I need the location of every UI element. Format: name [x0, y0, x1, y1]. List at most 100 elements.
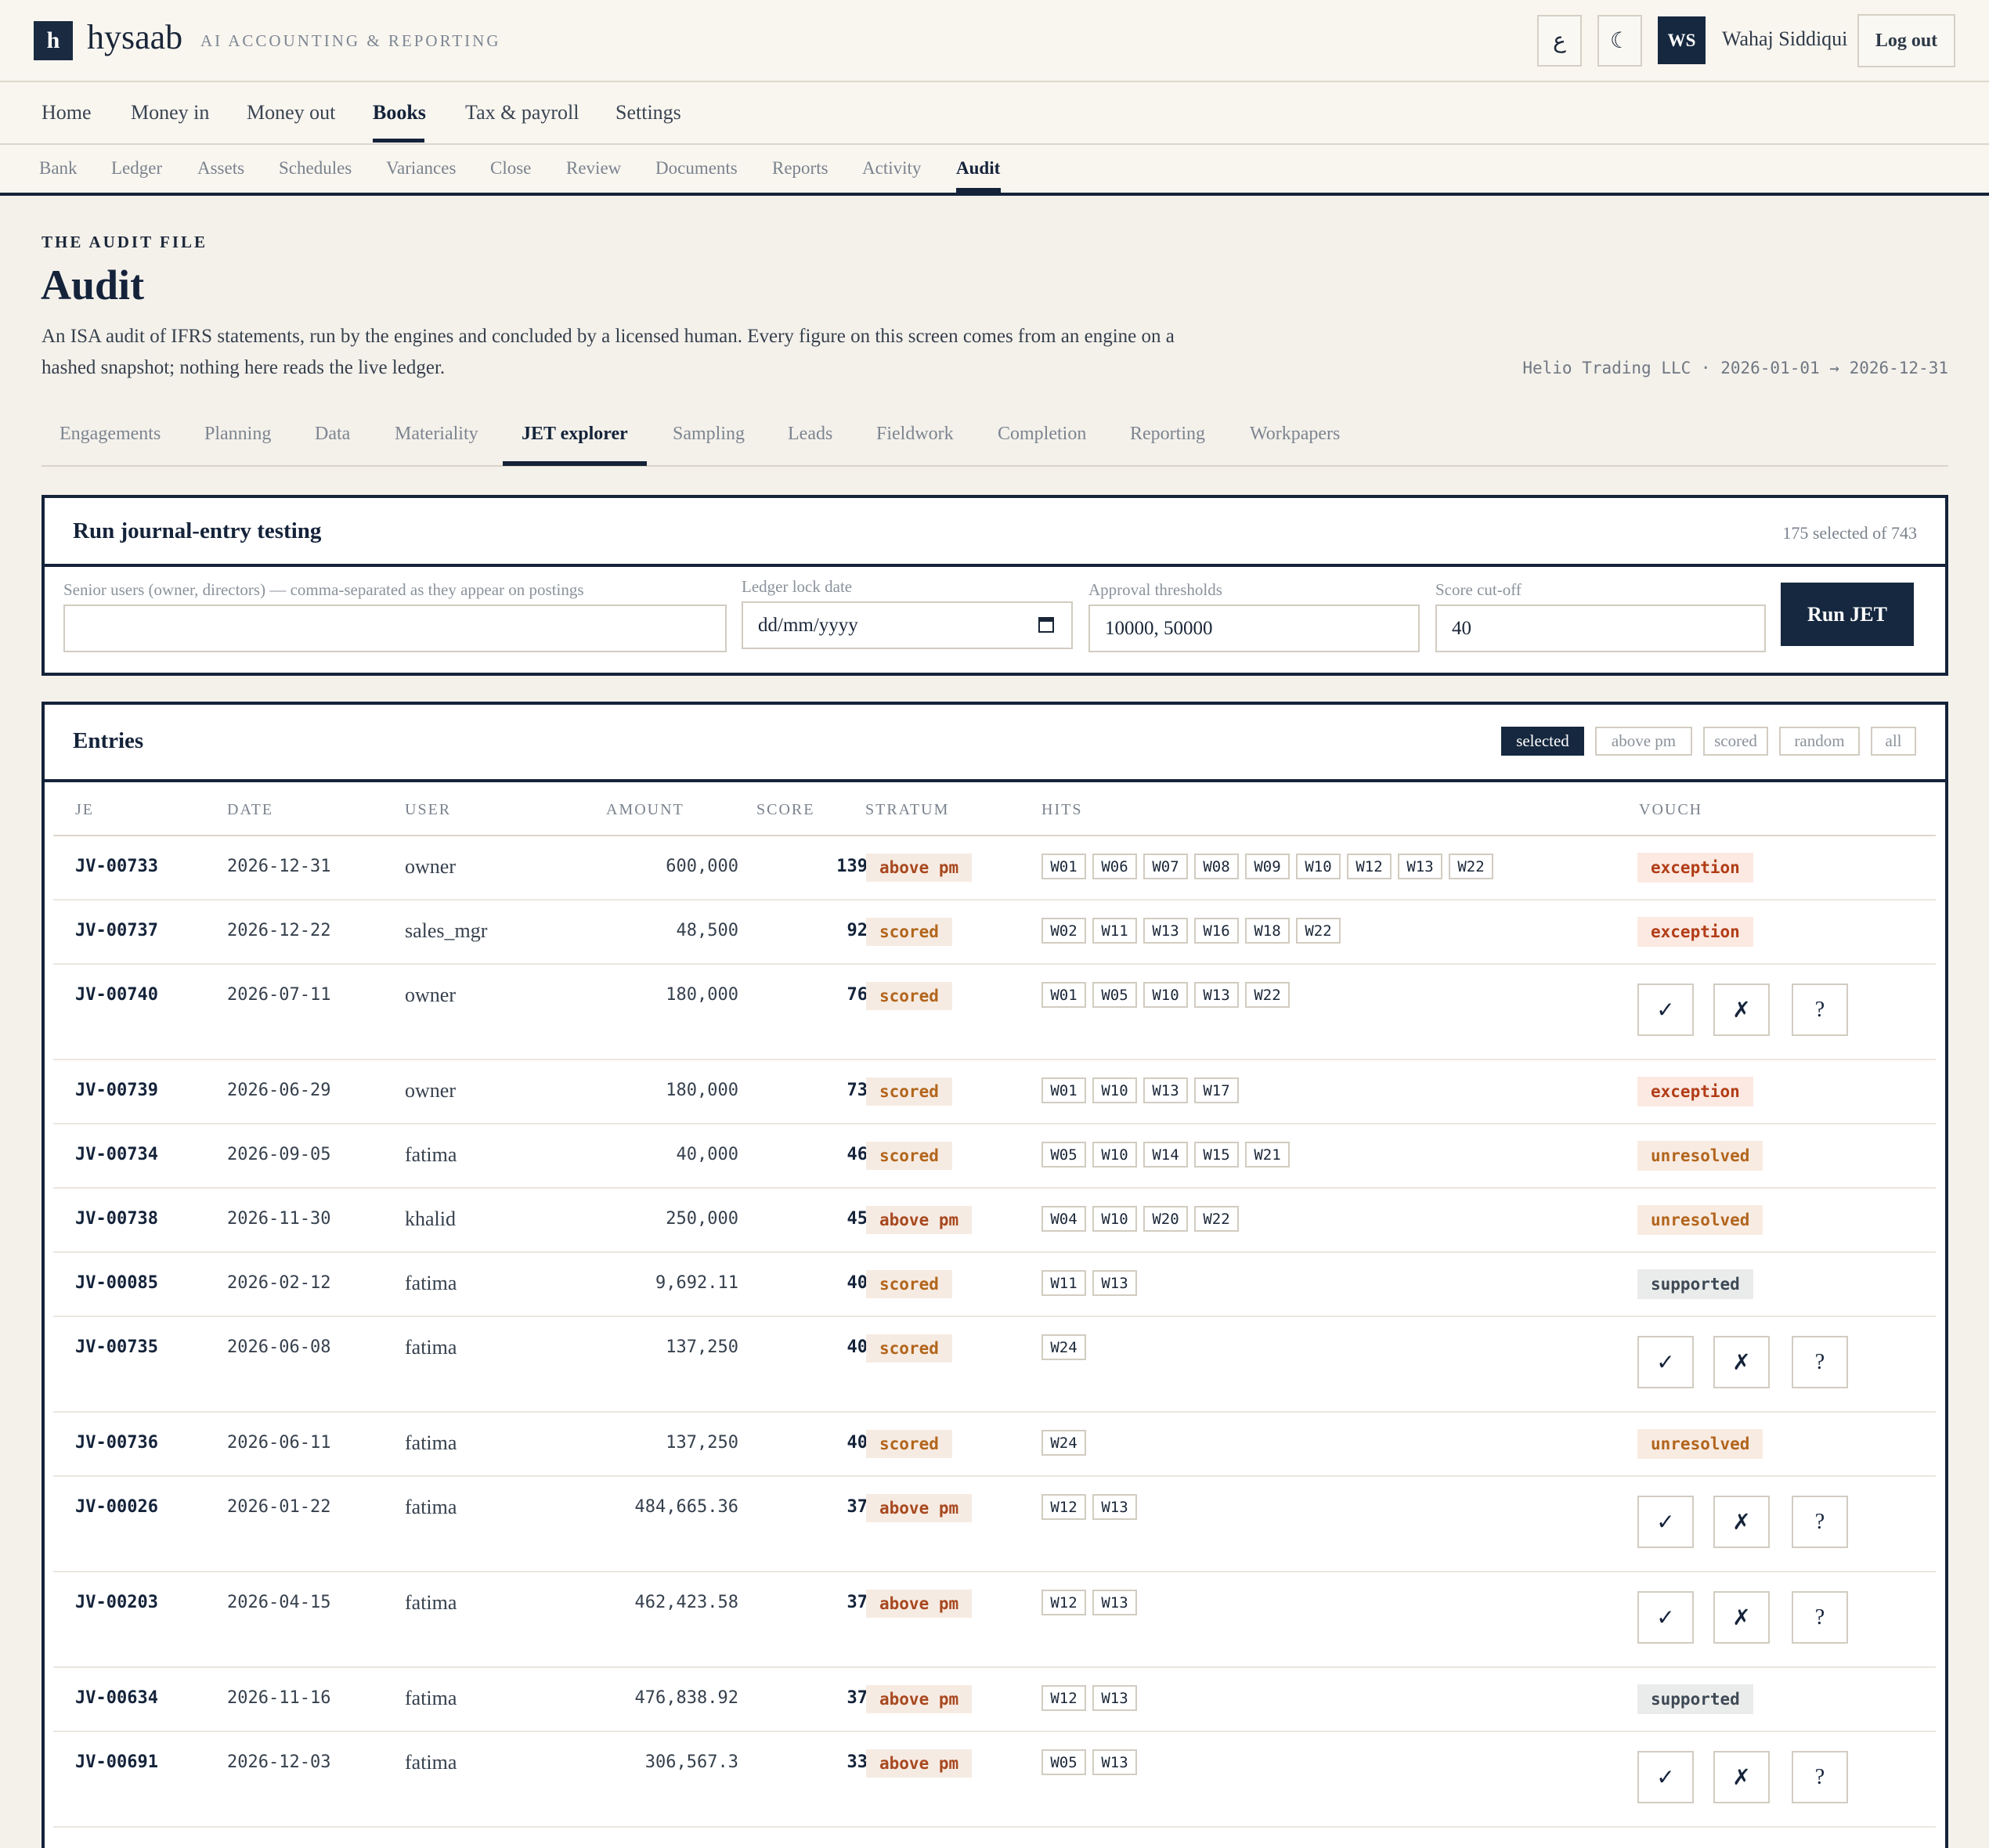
hit-tag[interactable]: W13	[1092, 1590, 1137, 1615]
vouch-query-button[interactable]: ?	[1792, 984, 1848, 1036]
filter-selected[interactable]: selected	[1501, 727, 1584, 756]
subnav-reports[interactable]: Reports	[772, 158, 828, 179]
table-row[interactable]: JV-00085 2026-02-12 fatima 9,692.11 40 scored…	[45, 1253, 1945, 1317]
table-row[interactable]: JV-00735 2026-06-08 fatima 137,250 40 scored W…	[45, 1317, 1945, 1413]
hit-tag[interactable]: W07	[1143, 854, 1188, 879]
tab-leads[interactable]: Leads	[788, 424, 832, 445]
vouch-exception-button[interactable]: ✗	[1713, 1496, 1770, 1548]
hit-tag[interactable]: W13	[1143, 918, 1188, 944]
hit-tag[interactable]: W22	[1296, 918, 1341, 944]
hit-tag[interactable]: W14	[1143, 1142, 1188, 1168]
tab-sampling[interactable]: Sampling	[673, 424, 745, 445]
hit-tag[interactable]: W10	[1143, 982, 1188, 1008]
je-number[interactable]: JV-00735	[75, 1337, 158, 1357]
tab-materiality[interactable]: Materiality	[395, 424, 478, 445]
je-number[interactable]: JV-00740	[75, 985, 158, 1005]
col-stratum[interactable]: STRATUM	[865, 801, 949, 819]
table-row[interactable]: JV-00691 2026-12-03 fatima 306,567.3 33 above…	[45, 1732, 1945, 1828]
hit-tag[interactable]: W10	[1092, 1077, 1137, 1103]
hit-tag[interactable]: W05	[1041, 1749, 1086, 1775]
subnav-review[interactable]: Review	[566, 158, 621, 179]
tab-data[interactable]: Data	[315, 424, 350, 445]
col-hits[interactable]: HITS	[1041, 801, 1082, 819]
hit-tag[interactable]: W12	[1347, 854, 1392, 879]
vouch-exception-button[interactable]: ✗	[1713, 1336, 1770, 1388]
filter-above-pm[interactable]: above pm	[1595, 727, 1692, 756]
table-row[interactable]: JV-00203 2026-04-15 fatima 462,423.58 37 abov…	[45, 1572, 1945, 1668]
tab-engagements[interactable]: Engagements	[60, 424, 161, 445]
col-je[interactable]: JE	[75, 801, 94, 819]
hit-tag[interactable]: W13	[1194, 982, 1239, 1008]
hit-tag[interactable]: W16	[1194, 918, 1239, 944]
hit-tag[interactable]: W12	[1041, 1685, 1086, 1711]
table-row[interactable]: JV-00634 2026-11-16 fatima 476,838.92 37 abov…	[45, 1668, 1945, 1732]
hit-tag[interactable]: W13	[1092, 1270, 1137, 1296]
col-user[interactable]: USER	[405, 801, 451, 819]
run-jet-button[interactable]: Run JET	[1781, 583, 1914, 646]
brand-name[interactable]: hysaab	[87, 17, 182, 57]
vouch-supported-button[interactable]: ✓	[1637, 1496, 1694, 1548]
hit-tag[interactable]: W12	[1041, 1494, 1086, 1520]
col-amount[interactable]: AMOUNT	[606, 801, 684, 819]
nav-settings[interactable]: Settings	[615, 101, 681, 125]
vouch-exception-button[interactable]: ✗	[1713, 1591, 1770, 1644]
calendar-icon[interactable]	[1038, 617, 1054, 633]
tab-fieldwork[interactable]: Fieldwork	[876, 424, 954, 445]
table-row[interactable]: JV-00739 2026-06-29 owner 180,000 73 scored W0…	[45, 1060, 1945, 1124]
table-row[interactable]: JV-00740 2026-07-11 owner 180,000 76 scored W0…	[45, 965, 1945, 1060]
hit-tag[interactable]: W10	[1296, 854, 1341, 879]
hit-tag[interactable]: W09	[1245, 854, 1290, 879]
je-number[interactable]: JV-00738	[75, 1209, 158, 1229]
vouch-exception-button[interactable]: ✗	[1713, 1751, 1770, 1803]
hit-tag[interactable]: W11	[1041, 1270, 1086, 1296]
filter-all[interactable]: all	[1871, 727, 1916, 756]
vouch-supported-button[interactable]: ✓	[1637, 1591, 1694, 1644]
logo-icon[interactable]: h	[34, 21, 73, 60]
subnav-assets[interactable]: Assets	[197, 158, 244, 179]
tab-planning[interactable]: Planning	[204, 424, 271, 445]
subnav-documents[interactable]: Documents	[655, 158, 738, 179]
hit-tag[interactable]: W01	[1041, 1077, 1086, 1103]
vouch-supported-button[interactable]: ✓	[1637, 984, 1694, 1036]
hit-tag[interactable]: W01	[1041, 982, 1086, 1008]
subnav-audit[interactable]: Audit	[956, 158, 1000, 179]
hit-tag[interactable]: W08	[1194, 854, 1239, 879]
hit-tag[interactable]: W10	[1092, 1142, 1137, 1168]
hit-tag[interactable]: W05	[1041, 1142, 1086, 1168]
user-avatar[interactable]: WS	[1658, 16, 1706, 64]
hit-tag[interactable]: W13	[1092, 1749, 1137, 1775]
subnav-bank[interactable]: Bank	[39, 158, 78, 179]
je-number[interactable]: JV-00634	[75, 1688, 158, 1708]
filter-random[interactable]: random	[1779, 727, 1860, 756]
hit-tag[interactable]: W13	[1092, 1685, 1137, 1711]
hit-tag[interactable]: W22	[1194, 1206, 1239, 1232]
hit-tag[interactable]: W17	[1194, 1077, 1239, 1103]
subnav-schedules[interactable]: Schedules	[279, 158, 352, 179]
senior-users-input[interactable]	[63, 605, 727, 652]
vouch-query-button[interactable]: ?	[1792, 1591, 1848, 1644]
score-cutoff-input[interactable]: 40	[1435, 605, 1766, 652]
hit-tag[interactable]: W20	[1143, 1206, 1188, 1232]
je-number[interactable]: JV-00691	[75, 1752, 158, 1772]
hit-tag[interactable]: W22	[1245, 982, 1290, 1008]
language-toggle-button[interactable]: ع	[1537, 15, 1582, 67]
tab-jet-explorer[interactable]: JET explorer	[522, 424, 628, 445]
hit-tag[interactable]: W04	[1041, 1206, 1086, 1232]
hit-tag[interactable]: W24	[1041, 1334, 1086, 1360]
je-number[interactable]: JV-00733	[75, 857, 158, 876]
logout-button[interactable]: Log out	[1857, 14, 1955, 67]
table-row[interactable]: JV-00736 2026-06-11 fatima 137,250 40 scored W…	[45, 1413, 1945, 1477]
vouch-supported-button[interactable]: ✓	[1637, 1336, 1694, 1388]
hit-tag[interactable]: W02	[1041, 918, 1086, 944]
table-row[interactable]: JV-00733 2026-12-31 owner 600,000 139 above p…	[45, 836, 1945, 901]
hit-tag[interactable]: W10	[1092, 1206, 1137, 1232]
lock-date-input[interactable]: dd/mm/yyyy	[742, 601, 1073, 649]
je-number[interactable]: JV-00739	[75, 1081, 158, 1100]
hit-tag[interactable]: W24	[1041, 1430, 1086, 1456]
hit-tag[interactable]: W05	[1092, 982, 1137, 1008]
nav-home[interactable]: Home	[42, 101, 92, 125]
je-number[interactable]: JV-00737	[75, 921, 158, 940]
hit-tag[interactable]: W22	[1449, 854, 1493, 879]
col-vouch[interactable]: VOUCH	[1639, 801, 1702, 819]
hit-tag[interactable]: W13	[1398, 854, 1442, 879]
